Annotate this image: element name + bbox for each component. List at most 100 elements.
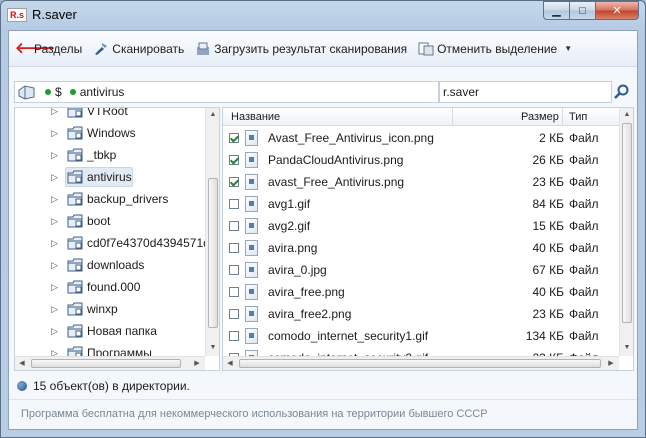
- table-row[interactable]: avg1.gif 84 КБ Файл: [223, 193, 619, 215]
- minimize-button[interactable]: ▁: [543, 1, 569, 20]
- file-checkbox[interactable]: [229, 155, 239, 165]
- tree-item[interactable]: ▷ _tbkp: [15, 144, 205, 166]
- file-checkbox[interactable]: [229, 133, 239, 143]
- table-row[interactable]: avira_free.png 40 КБ Файл: [223, 281, 619, 303]
- tree-item[interactable]: ▷ backup_drivers: [15, 188, 205, 210]
- column-divider[interactable]: [562, 108, 563, 126]
- title-bar[interactable]: R.s R.saver ▁ □ ✕: [1, 1, 645, 30]
- file-name: avira_free.png: [268, 285, 345, 299]
- tree-item[interactable]: ▷ cd0f7e4370d4394571d6: [15, 232, 216, 254]
- maximize-icon: □: [579, 4, 586, 17]
- files-hscroll-thumb[interactable]: [239, 359, 601, 368]
- load-scan-button[interactable]: Загрузить результат сканирования: [195, 42, 407, 56]
- expand-icon[interactable]: ▷: [51, 326, 58, 337]
- tree-item[interactable]: ▷ VTRoot: [15, 107, 205, 122]
- scroll-down-icon[interactable]: ▼: [620, 341, 633, 355]
- tree-item-label: _tbkp: [87, 148, 117, 162]
- tree-item[interactable]: ▷ antivirus: [15, 166, 205, 188]
- tree-horizontal-scrollbar[interactable]: ◀ ▶: [15, 356, 205, 370]
- file-list[interactable]: Название Размер Тип Avast_Free_Antivirus…: [222, 107, 634, 371]
- file-checkbox[interactable]: [229, 177, 239, 187]
- toolbar-more-icon[interactable]: ▼: [564, 44, 572, 53]
- expand-icon[interactable]: ▷: [51, 194, 58, 205]
- file-size: 23 КБ: [532, 175, 564, 189]
- table-row[interactable]: avira.png 40 КБ Файл: [223, 237, 619, 259]
- table-row[interactable]: avg2.gif 15 КБ Файл: [223, 215, 619, 237]
- column-size-header[interactable]: Размер: [521, 111, 559, 123]
- tree-item[interactable]: ▷ Windows: [15, 122, 205, 144]
- app-logo-icon: R.s: [7, 8, 27, 22]
- scroll-down-icon[interactable]: ▼: [206, 341, 219, 355]
- path-current[interactable]: antivirus: [80, 85, 125, 99]
- deselect-button[interactable]: Отменить выделение: [418, 42, 557, 56]
- file-checkbox[interactable]: [229, 331, 239, 341]
- expand-icon[interactable]: ▷: [51, 238, 58, 249]
- sections-button[interactable]: 🡐 Разделы: [15, 41, 83, 56]
- file-name: avira_0.jpg: [268, 263, 327, 277]
- expand-icon[interactable]: ▷: [51, 172, 58, 183]
- maximize-button[interactable]: □: [569, 1, 595, 20]
- file-checkbox[interactable]: [229, 287, 239, 297]
- tree-item[interactable]: ▷ downloads: [15, 254, 205, 276]
- file-checkbox[interactable]: [229, 243, 239, 253]
- table-row[interactable]: Avast_Free_Antivirus_icon.png 2 КБ Файл: [223, 127, 619, 149]
- scan-button[interactable]: Сканировать: [93, 42, 184, 56]
- files-vertical-scrollbar[interactable]: ▲ ▼: [619, 108, 633, 356]
- file-checkbox[interactable]: [229, 221, 239, 231]
- file-icon: [245, 262, 258, 278]
- scroll-up-icon[interactable]: ▲: [620, 108, 633, 122]
- file-name: comodo_internet_security1.gif: [268, 329, 429, 343]
- path-separator-dot-icon: [69, 89, 76, 95]
- table-row[interactable]: avira_free2.png 23 КБ Файл: [223, 303, 619, 325]
- expand-icon[interactable]: ▷: [51, 282, 58, 293]
- sections-label: Разделы: [34, 41, 83, 56]
- expand-icon[interactable]: ▷: [51, 150, 58, 161]
- scroll-left-icon[interactable]: ◀: [15, 357, 29, 370]
- table-row[interactable]: comodo_internet_security1.gif 134 КБ Файл: [223, 325, 619, 347]
- scroll-right-icon[interactable]: ▶: [190, 357, 204, 370]
- path-bar[interactable]: $ antivirus: [14, 81, 439, 103]
- scroll-right-icon[interactable]: ▶: [604, 357, 618, 370]
- table-row[interactable]: PandaCloudAntivirus.png 26 КБ Файл: [223, 149, 619, 171]
- path-root[interactable]: $: [55, 85, 62, 99]
- tree-hscroll-thumb[interactable]: [31, 359, 181, 368]
- scroll-left-icon[interactable]: ◀: [223, 357, 237, 370]
- expand-icon[interactable]: ▷: [51, 304, 58, 315]
- expand-icon[interactable]: ▷: [51, 216, 58, 227]
- table-row[interactable]: avira_0.jpg 67 КБ Файл: [223, 259, 619, 281]
- toolbar: 🡐 Разделы Сканировать Загрузить результа…: [9, 31, 637, 67]
- file-size: 134 КБ: [525, 329, 564, 343]
- tree-item-label: VTRoot: [87, 107, 128, 118]
- folder-tree[interactable]: ▷ VTRoot ▷ Windows ▷ _tbkp ▷ antivirus ▷ backup_d…: [14, 107, 220, 371]
- file-size: 23 КБ: [532, 307, 564, 321]
- file-type: Файл: [569, 197, 599, 211]
- footer: Программа бесплатна для некоммерческого …: [9, 399, 637, 429]
- tree-item[interactable]: ▷ boot: [15, 210, 205, 232]
- files-scroll-thumb[interactable]: [622, 123, 632, 323]
- search-icon[interactable]: [613, 83, 631, 101]
- file-checkbox[interactable]: [229, 309, 239, 319]
- column-name-header[interactable]: Название: [231, 111, 280, 123]
- expand-icon[interactable]: ▷: [51, 108, 58, 117]
- table-row[interactable]: avast_Free_Antivirus.png 23 КБ Файл: [223, 171, 619, 193]
- file-type: Файл: [569, 307, 599, 321]
- tree-vertical-scrollbar[interactable]: ▲ ▼: [205, 108, 219, 356]
- file-size: 40 КБ: [532, 241, 564, 255]
- column-type-header[interactable]: Тип: [569, 111, 587, 123]
- file-checkbox[interactable]: [229, 265, 239, 275]
- scroll-up-icon[interactable]: ▲: [206, 108, 219, 122]
- file-icon: [245, 306, 258, 322]
- tree-item[interactable]: ▷ winxp: [15, 298, 205, 320]
- search-input[interactable]: r.saver: [439, 81, 612, 103]
- file-icon: [245, 218, 258, 234]
- expand-icon[interactable]: ▷: [51, 260, 58, 271]
- column-divider[interactable]: [452, 108, 453, 126]
- file-type: Файл: [569, 131, 599, 145]
- files-horizontal-scrollbar[interactable]: ◀ ▶: [223, 356, 619, 370]
- expand-icon[interactable]: ▷: [51, 128, 58, 139]
- tree-item[interactable]: ▷ Новая папка: [15, 320, 205, 342]
- tree-scroll-thumb[interactable]: [208, 178, 218, 328]
- close-button[interactable]: ✕: [595, 1, 639, 20]
- file-checkbox[interactable]: [229, 199, 239, 209]
- tree-item[interactable]: ▷ found.000: [15, 276, 205, 298]
